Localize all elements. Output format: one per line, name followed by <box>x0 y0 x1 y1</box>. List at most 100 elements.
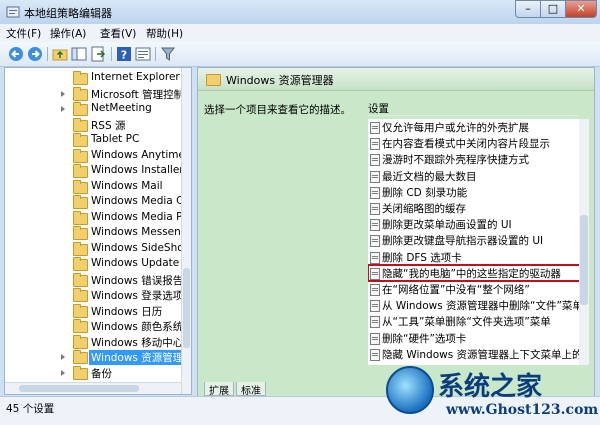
tree-item[interactable]: Windows 资源管理器 <box>5 349 191 365</box>
policy-setting-icon <box>370 138 380 151</box>
toolbar-separator <box>47 47 48 61</box>
policy-editor-icon <box>6 6 20 18</box>
tree-item[interactable]: Windows Media Cent <box>5 194 191 210</box>
tree-item[interactable]: Windows 日历 <box>5 303 180 319</box>
tree-item[interactable]: Windows Media Play <box>5 210 191 226</box>
settings-scroll-thumb[interactable] <box>580 215 588 305</box>
expand-arrow-icon[interactable] <box>61 90 65 97</box>
tree-item-label: Windows Media Play <box>91 210 192 223</box>
properties-icon[interactable] <box>135 46 151 62</box>
menu-action[interactable]: 操作(A) <box>50 26 86 41</box>
setting-row[interactable]: 删除 DFS 选项卡 <box>368 249 586 265</box>
tree-item-label: Windows Media Cent <box>91 195 192 207</box>
toolbar-separator <box>155 47 156 61</box>
tree-item[interactable]: 备份 <box>5 365 180 381</box>
tree-item[interactable]: Windows Messenger <box>5 225 191 241</box>
setting-row[interactable]: 从“工具”菜单删除“文件夹选项”菜单 <box>368 313 586 329</box>
setting-row[interactable]: 漫游时不跟踪外壳程序快捷方式 <box>368 151 586 167</box>
filter-icon[interactable] <box>160 46 176 62</box>
setting-row[interactable]: 删除 CD 刻录功能 <box>368 184 586 200</box>
folder-icon <box>73 148 88 163</box>
tree-item-label: Windows 日历 <box>91 305 163 318</box>
policy-setting-icon <box>370 332 380 345</box>
setting-label: 删除 DFS 选项卡 <box>382 251 462 264</box>
up-folder-icon[interactable] <box>52 46 68 62</box>
setting-row[interactable]: 删除更改菜单动画设置的 UI <box>368 216 586 232</box>
details-header: Windows 资源管理器 <box>198 68 594 91</box>
setting-label: 在“网络位置”中没有“整个网络” <box>382 284 530 296</box>
back-arrow-icon[interactable] <box>8 46 24 62</box>
watermark-brand: 系统之家 <box>438 372 543 402</box>
setting-label: 从“工具”菜单删除“文件夹选项”菜单 <box>382 316 551 329</box>
maximize-icon: □ <box>547 2 559 15</box>
setting-label: 最近文档的最大数目 <box>382 170 477 183</box>
setting-row[interactable]: 删除更改键盘导航指示器设置的 UI <box>368 232 586 248</box>
tree-scroll-thumb[interactable] <box>183 268 190 348</box>
tree-horizontal-thumb[interactable] <box>19 385 139 392</box>
setting-row[interactable]: 最近文档的最大数目 <box>368 168 586 184</box>
tree-item[interactable]: Windows 登录选项 <box>5 287 183 303</box>
settings-list: 仅允许每用户或允许的外壳扩展 在内容查看模式中关闭内容片段显示 漫游时不跟踪外壳程序… <box>368 119 586 365</box>
tree-item[interactable]: Windows Anytime Up <box>5 148 191 164</box>
tree-item[interactable]: RSS 源 <box>5 117 180 133</box>
title-bar[interactable]: 本地组策略编辑器 – □ ✕ <box>0 0 600 24</box>
minimize-button[interactable]: – <box>515 0 541 18</box>
tree-item-label: Windows Update <box>91 257 180 269</box>
setting-row[interactable]: 仅允许每用户或允许的外壳扩展 <box>368 119 586 135</box>
tree-item[interactable]: Windows 颜色系统 <box>5 318 183 334</box>
help-icon[interactable]: ? <box>116 46 132 62</box>
folder-icon <box>73 133 88 147</box>
setting-row[interactable]: 在“网络位置”中没有“整个网络” <box>368 281 586 297</box>
minimize-icon: – <box>525 2 531 15</box>
tree-item[interactable]: Windows Installer <box>5 163 184 179</box>
folder-icon <box>73 226 88 240</box>
policy-setting-icon <box>370 122 380 134</box>
policy-setting-icon <box>370 284 380 296</box>
tree-item[interactable]: Tablet PC <box>5 132 180 148</box>
policy-setting-icon <box>370 203 380 215</box>
tree-item-label: 备份 <box>91 367 112 380</box>
folder-icon <box>73 365 88 380</box>
menu-help[interactable]: 帮助(H) <box>146 26 183 41</box>
policy-setting-icon <box>370 170 380 183</box>
tree-item[interactable]: Windows 移动中心 <box>5 334 183 350</box>
folder-icon <box>73 319 88 333</box>
tree-item-label: Tablet PC <box>91 133 140 145</box>
tab-extended[interactable]: 扩展 <box>204 382 234 397</box>
menu-view[interactable]: 查看(V) <box>100 26 136 41</box>
settings-scrollbar[interactable] <box>579 119 589 365</box>
tree-scrollbar[interactable] <box>181 68 191 394</box>
policy-setting-icon <box>370 251 380 264</box>
maximize-button[interactable]: □ <box>540 0 566 18</box>
close-button[interactable]: ✕ <box>565 0 597 18</box>
tree-item-label: Windows 资源管理器 <box>89 350 191 365</box>
setting-row[interactable]: 在内容查看模式中关闭内容片段显示 <box>368 135 586 151</box>
menu-file[interactable]: 文件(F) <box>6 26 41 41</box>
tree-horizontal-scrollbar[interactable] <box>5 382 181 394</box>
setting-row[interactable]: 隐藏“我的电脑”中的这些指定的驱动器 <box>368 263 586 282</box>
details-title: Windows 资源管理器 <box>226 74 334 87</box>
settings-column-header[interactable]: 设置 <box>368 101 578 116</box>
policy-setting-icon <box>370 219 380 232</box>
forward-arrow-icon[interactable] <box>27 46 43 62</box>
setting-row[interactable]: 关闭缩略图的缓存 <box>368 200 586 216</box>
setting-row[interactable]: 从 Windows 资源管理器中删除“文件”菜单 <box>368 297 586 313</box>
show-tree-icon[interactable] <box>71 46 87 62</box>
tree-item[interactable]: Windows SideShow <box>5 241 191 257</box>
expand-arrow-icon[interactable] <box>61 369 65 376</box>
tree-item[interactable]: NetMeeting <box>5 101 180 117</box>
tree-item[interactable]: Microsoft 管理控制台 <box>5 86 191 102</box>
folder-icon <box>73 102 88 116</box>
globe-icon <box>386 366 434 414</box>
tree-item[interactable]: Windows 错误报告 <box>5 272 183 288</box>
expand-arrow-icon[interactable] <box>61 354 65 360</box>
details-pane: Windows 资源管理器 选择一个项目来查看它的描述。 设置 仅允许每用户或允… <box>197 67 595 397</box>
tree-item[interactable]: Windows Mail <box>5 179 180 195</box>
tree-item[interactable]: Internet Explorer <box>5 70 180 86</box>
export-icon[interactable] <box>90 46 106 62</box>
tab-standard[interactable]: 标准 <box>236 382 266 397</box>
expand-arrow-icon[interactable] <box>61 106 65 112</box>
tree-item[interactable]: Windows Update <box>5 256 180 272</box>
watermark-url: www.Ghost123.com <box>446 402 599 418</box>
setting-row[interactable]: 删除“硬件”选项卡 <box>368 330 586 346</box>
